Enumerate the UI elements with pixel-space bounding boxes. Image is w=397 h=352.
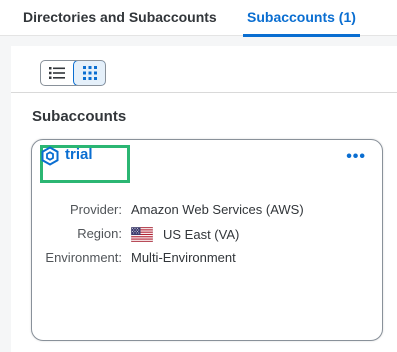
region-label: Region: [77, 226, 122, 241]
property-environment: Environment: Multi-Environment [32, 250, 384, 274]
provider-label: Provider: [69, 202, 122, 217]
section-title: Subaccounts [32, 108, 127, 125]
tab-directories-and-subaccounts[interactable]: Directories and Subaccounts [23, 0, 217, 36]
tab-subaccounts[interactable]: Subaccounts (1) [243, 0, 360, 37]
us-flag-icon [131, 227, 153, 242]
provider-value-wrap: Amazon Web Services (AWS) [131, 202, 304, 217]
environment-value-wrap: Multi-Environment [131, 250, 236, 265]
provider-value: Amazon Web Services (AWS) [131, 202, 304, 217]
environment-value: Multi-Environment [131, 250, 236, 265]
properties-list: Provider: Amazon Web Services (AWS) Regi… [32, 202, 384, 274]
region-value: US East (VA) [163, 226, 240, 242]
property-region: Region: US East (VA) [32, 226, 384, 250]
region-value-wrap: US East (VA) [131, 226, 239, 242]
more-options-button[interactable]: ••• [346, 149, 366, 165]
tab-bar: Directories and Subaccounts Subaccounts … [0, 0, 397, 37]
grid-view-button[interactable] [73, 61, 105, 85]
subaccount-title-link[interactable]: trial [65, 146, 93, 163]
view-toggle [40, 60, 106, 86]
subaccount-card[interactable]: trial ••• Provider: Amazon Web Services … [31, 139, 383, 341]
list-icon [49, 67, 65, 79]
subaccount-icon [41, 146, 59, 166]
list-view-button[interactable] [41, 61, 73, 85]
toolbar-divider [11, 92, 397, 93]
environment-label: Environment: [45, 250, 122, 265]
property-provider: Provider: Amazon Web Services (AWS) [32, 202, 384, 226]
grid-icon [82, 66, 97, 80]
